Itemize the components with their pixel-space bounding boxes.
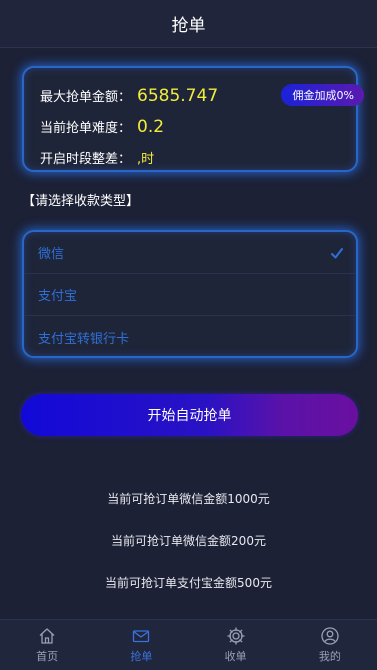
available-order-line: 当前可抢订单微信金额1000元	[107, 492, 270, 506]
period-row: 开启时段整差： ,时	[40, 148, 154, 167]
gear-icon	[226, 627, 245, 645]
payment-option-alipay-to-bank[interactable]: 支付宝转银行卡	[24, 316, 356, 356]
tab-home[interactable]: 首页	[0, 620, 94, 670]
payment-option-label: 微信	[38, 247, 65, 262]
difficulty-value: 0.2	[137, 117, 165, 137]
tab-label: 首页	[36, 650, 59, 663]
payment-option-wechat[interactable]: 微信	[24, 232, 356, 274]
available-order-line: 当前可抢订单微信金额200元	[111, 534, 266, 548]
home-icon	[39, 628, 55, 644]
checkmark-icon	[331, 248, 343, 259]
mail-icon	[133, 630, 150, 643]
period-value: ,时	[137, 152, 155, 167]
payment-type-heading: 【请选择收款类型】	[22, 194, 140, 209]
tab-label: 收单	[224, 650, 247, 663]
payment-option-label: 支付宝	[38, 289, 78, 304]
top-header: 抢单	[0, 0, 377, 48]
max-amount-row: 最大抢单金额： 6585.747	[40, 86, 218, 106]
tab-grab-order[interactable]: 抢单	[94, 620, 188, 670]
payment-type-list: 微信 支付宝 支付宝转银行卡	[22, 230, 358, 358]
period-label: 开启时段整差：	[40, 152, 132, 167]
tab-label: 抢单	[130, 650, 153, 663]
tab-profile[interactable]: 我的	[283, 620, 377, 670]
start-auto-grab-button[interactable]: 开始自动抢单	[21, 394, 358, 436]
available-order-line: 当前可抢订单支付宝金额500元	[105, 576, 272, 590]
max-amount-label: 最大抢单金额：	[40, 90, 132, 105]
payment-option-label: 支付宝转银行卡	[38, 331, 130, 347]
page-title: 抢单	[171, 16, 206, 36]
order-info-card: 最大抢单金额： 6585.747 当前抢单难度： 0.2 开启时段整差： ,时 …	[22, 66, 364, 172]
tab-receive-order[interactable]: 收单	[189, 620, 283, 670]
difficulty-label: 当前抢单难度：	[40, 121, 132, 136]
payment-option-alipay[interactable]: 支付宝	[24, 274, 356, 316]
tab-label: 我的	[318, 650, 341, 663]
difficulty-row: 当前抢单难度： 0.2	[40, 117, 164, 137]
user-icon	[321, 627, 339, 645]
commission-badge: 佣金加成0%	[280, 84, 364, 106]
max-amount-value: 6585.747	[137, 86, 219, 106]
bottom-tab-bar: 首页 抢单 收单 我的	[0, 619, 377, 670]
